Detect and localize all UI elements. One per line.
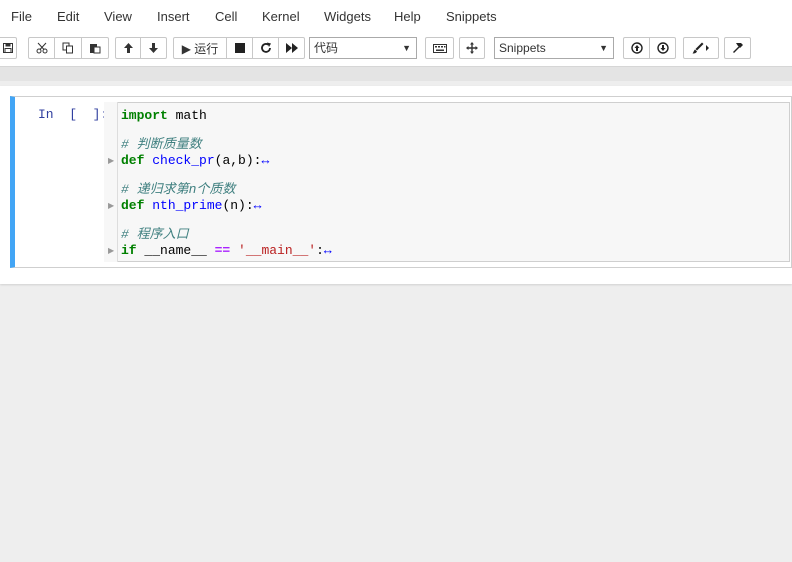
fold-marker[interactable]: ↔	[261, 153, 269, 168]
fold-gutter	[104, 102, 118, 262]
move-down-button[interactable]	[141, 37, 167, 59]
stop-icon	[234, 43, 245, 53]
arrow-circle-up-icon	[630, 42, 643, 54]
scroll-up-button[interactable]	[623, 37, 650, 59]
fold-marker[interactable]: ↔	[324, 243, 332, 258]
scroll-down-button[interactable]	[650, 37, 676, 59]
cell-type-select[interactable]: 代码 ▼	[309, 37, 417, 59]
save-icon	[2, 43, 13, 53]
caret-down-icon: ▼	[402, 43, 411, 53]
code-line-def: def nth_prime(n):↔	[121, 198, 262, 213]
move-button[interactable]	[459, 37, 485, 59]
code-line-comment: # 递归求第n个质数	[121, 182, 236, 197]
run-all-button[interactable]	[279, 37, 305, 59]
code-line-import: import math	[121, 108, 207, 123]
menu-kernel[interactable]: Kernel	[262, 9, 300, 24]
fold-arrow-icon[interactable]: ▶	[108, 246, 114, 255]
move-icon	[466, 42, 478, 54]
run-button[interactable]: ▶ 运行	[173, 37, 227, 59]
menu-help[interactable]: Help	[394, 9, 421, 24]
build-button[interactable]	[724, 37, 751, 59]
keyboard-icon	[432, 43, 447, 53]
snippets-select[interactable]: Snippets ▼	[494, 37, 614, 59]
paste-button[interactable]	[82, 37, 109, 59]
fold-arrow-icon[interactable]: ▶	[108, 156, 114, 165]
fold-marker[interactable]: ↔	[254, 198, 262, 213]
move-up-button[interactable]	[115, 37, 141, 59]
menu-view[interactable]: View	[104, 9, 132, 24]
copy-button[interactable]	[55, 37, 82, 59]
code-line-comment: # 程序入口	[121, 227, 189, 242]
menu-file[interactable]: File	[11, 9, 32, 24]
arrow-circle-down-icon	[656, 42, 669, 54]
arrow-down-icon	[149, 43, 158, 53]
snippets-value: Snippets	[499, 41, 546, 55]
menu-edit[interactable]: Edit	[57, 9, 79, 24]
header-divider	[0, 67, 792, 81]
menu-bar: File Edit View Insert Cell Kernel Widget…	[0, 0, 792, 32]
command-palette-button[interactable]	[425, 37, 454, 59]
caret-down-icon: ▼	[599, 43, 608, 53]
cut-button[interactable]	[28, 37, 55, 59]
format-button[interactable]	[683, 37, 719, 59]
cut-icon	[36, 42, 47, 54]
fold-arrow-icon[interactable]: ▶	[108, 201, 114, 210]
arrow-up-icon	[123, 43, 133, 53]
paste-icon	[90, 44, 101, 54]
code-line-if: if __name__ == '__main__':↔	[121, 243, 332, 258]
fast-forward-icon	[285, 43, 298, 53]
menu-snippets[interactable]: Snippets	[446, 9, 497, 24]
cell-prompt: In [ ]:	[38, 107, 109, 122]
save-button[interactable]	[0, 37, 17, 59]
toolbar: ▶ 运行 代码 ▼ Snippets ▼	[0, 32, 792, 67]
restart-icon	[260, 42, 271, 53]
copy-icon	[62, 42, 73, 54]
cell-type-value: 代码	[314, 41, 339, 55]
menu-widgets[interactable]: Widgets	[324, 9, 371, 24]
menu-insert[interactable]: Insert	[157, 9, 190, 24]
hammer-icon	[732, 43, 743, 53]
menu-cell[interactable]: Cell	[215, 9, 237, 24]
code-line-comment: # 判断质量数	[121, 137, 202, 152]
code-line-def: def check_pr(a,b):↔	[121, 153, 270, 168]
restart-button[interactable]	[253, 37, 279, 59]
paintbrush-icon	[692, 42, 709, 54]
stop-button[interactable]	[227, 37, 253, 59]
